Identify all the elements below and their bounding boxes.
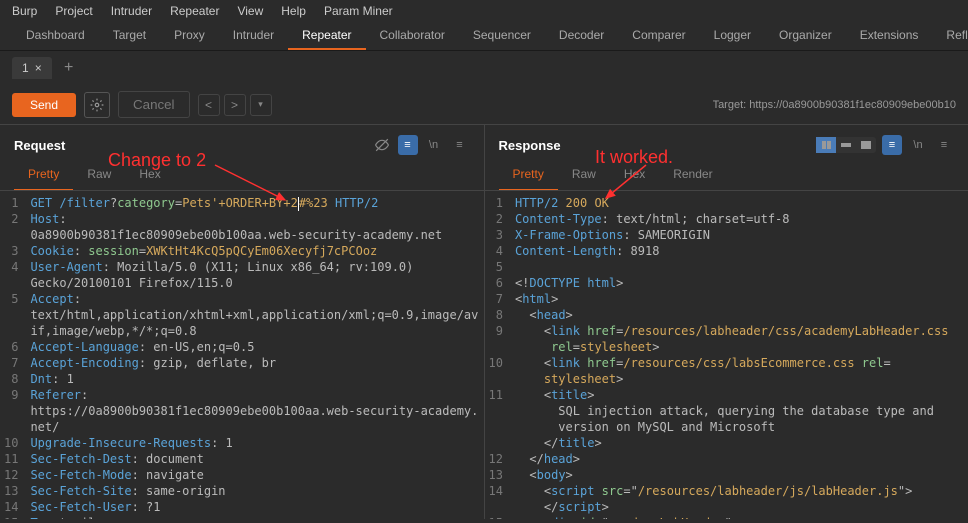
subtab-hex[interactable]: Hex — [610, 161, 659, 190]
response-title: Response — [499, 138, 561, 153]
close-icon[interactable]: × — [35, 61, 42, 75]
tab-reflector[interactable]: Reflector — [932, 22, 968, 50]
nav-prev-button[interactable]: < — [198, 94, 220, 116]
nav-next-button[interactable]: > — [224, 94, 246, 116]
menubar: Burp Project Intruder Repeater View Help Param… — [0, 0, 968, 22]
tab-organizer[interactable]: Organizer — [765, 22, 846, 50]
response-subtabs: PrettyRawHexRender — [485, 161, 968, 191]
tab-decoder[interactable]: Decoder — [545, 22, 618, 50]
menu-burp[interactable]: Burp — [12, 4, 37, 18]
send-button[interactable]: Send — [12, 93, 76, 117]
menu-repeater[interactable]: Repeater — [170, 4, 219, 18]
tab-sequencer[interactable]: Sequencer — [459, 22, 545, 50]
request-tab-1[interactable]: 1 × — [12, 57, 52, 79]
main-tabs: DashboardTargetProxyIntruderRepeaterColl… — [0, 22, 968, 51]
nav-dropdown-button[interactable]: ▾ — [250, 94, 272, 116]
add-tab-button[interactable]: + — [60, 59, 78, 77]
request-tabs-row: 1 × + — [0, 51, 968, 85]
response-editor[interactable]: 1234567891011121314151617 HTTP/2 200 OKC… — [485, 191, 968, 519]
filter-icon[interactable]: ≡ — [398, 135, 418, 155]
view-toggle — [816, 137, 876, 153]
request-subtabs: PrettyRawHex — [0, 161, 484, 191]
menu-intruder[interactable]: Intruder — [111, 4, 152, 18]
newline-icon[interactable]: \n — [908, 135, 928, 155]
eye-off-icon[interactable] — [372, 135, 392, 155]
subtab-hex[interactable]: Hex — [125, 161, 174, 190]
request-editor[interactable]: 1234567891011121314151617 GET /filter?ca… — [0, 191, 484, 519]
menu-help[interactable]: Help — [281, 4, 306, 18]
menu-project[interactable]: Project — [55, 4, 92, 18]
filter-icon[interactable]: ≡ — [882, 135, 902, 155]
request-title: Request — [14, 138, 65, 153]
subtab-raw[interactable]: Raw — [73, 161, 125, 190]
menu-view[interactable]: View — [237, 4, 263, 18]
tab-comparer[interactable]: Comparer — [618, 22, 699, 50]
menu-param-miner[interactable]: Param Miner — [324, 4, 393, 18]
subtab-pretty[interactable]: Pretty — [14, 161, 73, 190]
subtab-render[interactable]: Render — [659, 161, 726, 190]
cancel-button[interactable]: Cancel — [118, 91, 190, 118]
tab-logger[interactable]: Logger — [700, 22, 765, 50]
gear-icon[interactable] — [84, 92, 110, 118]
subtab-raw[interactable]: Raw — [558, 161, 610, 190]
tab-extensions[interactable]: Extensions — [846, 22, 933, 50]
action-bar: Send Cancel < > ▾ Target: https://0a8900… — [0, 85, 968, 124]
request-panel: Request ≡ \n ≡ PrettyRawHex 123456789101… — [0, 124, 485, 519]
view-single-button[interactable] — [856, 137, 876, 153]
tab-proxy[interactable]: Proxy — [160, 22, 219, 50]
tab-target[interactable]: Target — [99, 22, 160, 50]
menu-icon[interactable]: ≡ — [934, 135, 954, 155]
subtab-pretty[interactable]: Pretty — [499, 161, 558, 190]
newline-icon[interactable]: \n — [424, 135, 444, 155]
response-panel: Response ≡ \n ≡ PrettyRawHexRender 12345… — [485, 124, 968, 519]
tab-intruder[interactable]: Intruder — [219, 22, 288, 50]
tab-repeater[interactable]: Repeater — [288, 22, 365, 50]
menu-icon[interactable]: ≡ — [450, 135, 470, 155]
view-stack-button[interactable] — [836, 137, 856, 153]
request-tab-label: 1 — [22, 61, 29, 75]
view-side-button[interactable] — [816, 137, 836, 153]
tab-dashboard[interactable]: Dashboard — [12, 22, 99, 50]
target-label: Target: https://0a8900b90381f1ec80909ebe… — [713, 99, 956, 111]
tab-collaborator[interactable]: Collaborator — [366, 22, 459, 50]
